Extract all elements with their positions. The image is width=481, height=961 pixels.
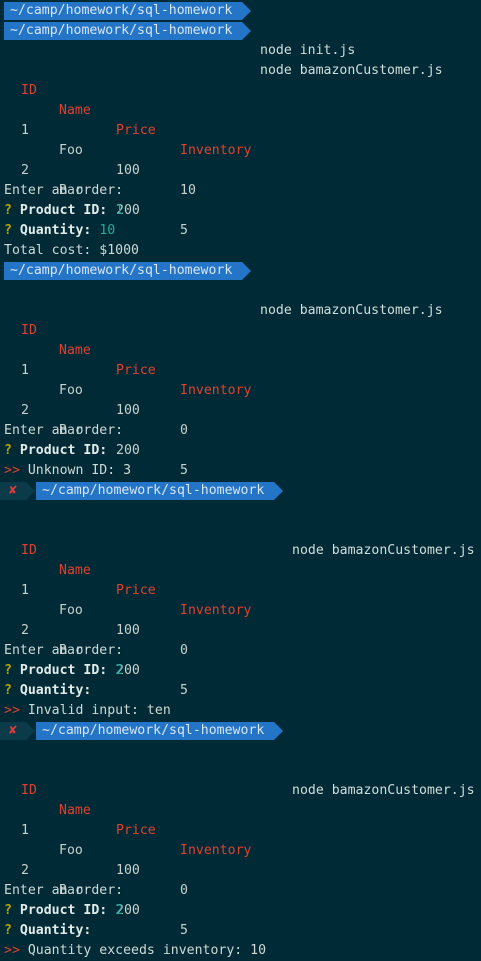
quantity-question: ? Quantity: xyxy=(4,923,92,938)
table-cell: 1 xyxy=(21,123,29,138)
total-cost-text: Total cost: $1000 xyxy=(4,243,139,258)
error-message: >> Quantity exceeds inventory: 10 xyxy=(4,943,267,958)
enter-order-text: Enter an order: xyxy=(4,643,124,658)
table-row: 1 Foo 100 0 xyxy=(0,561,481,658)
table-cell: 1 xyxy=(21,583,29,598)
column-header: ID xyxy=(21,783,37,798)
product-id-question: ? Product ID: 2 xyxy=(4,663,124,678)
prompt-path: ~/camp/homework/sql-homework xyxy=(4,22,251,40)
table-cell: 1 xyxy=(21,823,29,838)
table-header: ID Name Price Inventory xyxy=(0,521,481,618)
product-id-answer: 2 xyxy=(115,903,124,918)
table-cell: 100 xyxy=(116,163,140,178)
enter-order-text: Enter an order: xyxy=(4,883,124,898)
question-icon: ? xyxy=(4,683,12,698)
column-header: ID xyxy=(21,83,37,98)
quantity-question: ? Quantity: xyxy=(4,683,92,698)
quantity-question: ? Quantity: 10 xyxy=(4,223,116,238)
command: node bamazonCustomer.js xyxy=(292,543,475,558)
product-id-question: ? Product ID: xyxy=(4,443,108,458)
table-cell: 2 xyxy=(21,163,29,178)
table-cell: 2 xyxy=(21,863,29,878)
prompt-path: ~/camp/homework/sql-homework xyxy=(36,482,283,500)
error-status-icon: ✘ xyxy=(0,722,35,740)
column-header: Price xyxy=(116,583,156,598)
table-row: 1 Foo 100 0 xyxy=(0,341,481,438)
product-id-answer: 2 xyxy=(115,663,124,678)
enter-order-text: Enter an order: xyxy=(4,183,124,198)
question-icon: ? xyxy=(4,223,12,238)
terminal-window: ~/camp/homework/sql-homework node init.j… xyxy=(0,0,481,959)
error-message: >> Unknown ID: 3 xyxy=(4,463,132,478)
table-cell: 1 xyxy=(21,363,29,378)
prompt-path: ~/camp/homework/sql-homework xyxy=(4,262,251,280)
enter-order-text: Enter an order: xyxy=(4,423,124,438)
question-icon: ? xyxy=(4,443,12,458)
table-row: 2 Bar 200 5 xyxy=(0,601,481,698)
error-marker-icon: >> xyxy=(4,943,20,958)
product-id-answer: 1 xyxy=(115,203,124,218)
prompt-line-error: ✘ ~/camp/homework/sql-homework node bama… xyxy=(0,481,481,558)
prompt-path: ~/camp/homework/sql-homework xyxy=(36,722,283,740)
error-marker-icon: >> xyxy=(4,463,20,478)
prompt-path: ~/camp/homework/sql-homework xyxy=(4,2,251,20)
table-row: 1 Foo 100 0 xyxy=(0,801,481,898)
column-header: Price xyxy=(116,363,156,378)
question-icon: ? xyxy=(4,663,12,678)
table-header: ID Name Price Inventory xyxy=(0,761,481,858)
table-cell: 2 xyxy=(21,623,29,638)
prompt-line: ~/camp/homework/sql-homework node init.j… xyxy=(0,1,481,58)
table-row: 2 Bar 200 5 xyxy=(0,841,481,938)
table-row: 1 Foo 100 10 xyxy=(0,101,481,198)
prompt-line-error: ✘ ~/camp/homework/sql-homework node bama… xyxy=(0,721,481,798)
question-icon: ? xyxy=(4,923,12,938)
column-header: Price xyxy=(116,823,156,838)
error-status-icon: ✘ xyxy=(0,482,35,500)
product-id-question: ? Product ID: 2 xyxy=(4,903,124,918)
prompt-line: ~/camp/homework/sql-homework node bamazo… xyxy=(0,261,481,318)
table-row: 2 Bar 200 5 xyxy=(0,141,481,238)
table-cell: 100 xyxy=(116,403,140,418)
quantity-answer: 10 xyxy=(99,223,116,238)
column-header: ID xyxy=(21,543,37,558)
prompt-line: ~/camp/homework/sql-homework node bamazo… xyxy=(0,21,481,78)
error-message: >> Invalid input: ten xyxy=(4,703,171,718)
table-header: ID Name Price Inventory xyxy=(0,301,481,398)
table-header: ID Name Price Inventory xyxy=(0,61,481,158)
table-row: 2 Bar 200 5 xyxy=(0,381,481,478)
question-icon: ? xyxy=(4,903,12,918)
table-cell: 2 xyxy=(21,403,29,418)
column-header: Price xyxy=(116,123,156,138)
command: node init.js xyxy=(260,43,356,58)
error-marker-icon: >> xyxy=(4,703,20,718)
table-cell: 100 xyxy=(116,623,140,638)
question-icon: ? xyxy=(4,203,12,218)
command: node bamazonCustomer.js xyxy=(292,783,475,798)
table-cell: 100 xyxy=(116,863,140,878)
column-header: ID xyxy=(21,323,37,338)
product-id-question: ? Product ID: 1 xyxy=(4,203,124,218)
